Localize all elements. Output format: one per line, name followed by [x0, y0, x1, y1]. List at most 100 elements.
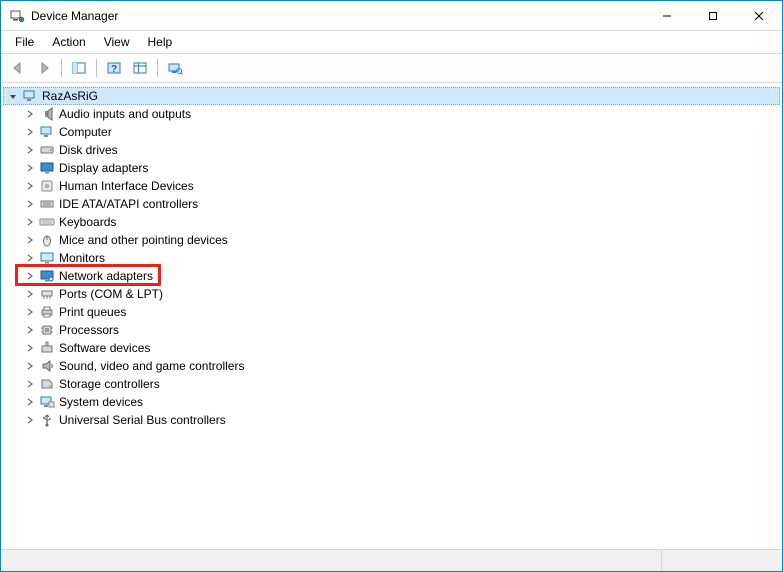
tree-node[interactable]: IDE ATA/ATAPI controllers [21, 195, 780, 213]
tree-node[interactable]: Network adapters [21, 267, 780, 285]
tree-node-label: IDE ATA/ATAPI controllers [59, 197, 198, 211]
keyboard-icon [39, 214, 55, 230]
expand-icon[interactable] [23, 125, 37, 139]
monitor-icon [39, 250, 55, 266]
toolbar: ? [1, 54, 782, 83]
statusbar-left [1, 550, 662, 571]
expand-icon[interactable] [23, 197, 37, 211]
expand-icon[interactable] [23, 107, 37, 121]
expand-icon[interactable] [23, 269, 37, 283]
expand-icon[interactable] [23, 233, 37, 247]
expand-icon[interactable] [23, 251, 37, 265]
tree-node[interactable]: Storage controllers [21, 375, 780, 393]
system-icon [39, 394, 55, 410]
tree-node[interactable]: Ports (COM & LPT) [21, 285, 780, 303]
expand-icon[interactable] [23, 305, 37, 319]
tree-node-label: Network adapters [59, 269, 153, 283]
tree-node-label: Human Interface Devices [59, 179, 194, 193]
tree-node[interactable]: Software devices [21, 339, 780, 357]
expand-icon[interactable] [23, 359, 37, 373]
menu-action[interactable]: Action [44, 33, 93, 51]
forward-button[interactable] [33, 57, 55, 79]
tree-node-label: Storage controllers [59, 377, 160, 391]
tree-node-label: Software devices [59, 341, 150, 355]
display-icon [39, 160, 55, 176]
tree-node[interactable]: Mice and other pointing devices [21, 231, 780, 249]
toolbar-separator [157, 59, 158, 77]
properties-button[interactable] [129, 57, 151, 79]
app-icon [9, 8, 25, 24]
titlebar-title: Device Manager [31, 9, 644, 23]
menubar: File Action View Help [1, 31, 782, 54]
expand-icon[interactable] [23, 287, 37, 301]
scan-hardware-button[interactable] [164, 57, 186, 79]
tree-node-label: System devices [59, 395, 143, 409]
device-tree[interactable]: RazAsRiG Audio inputs and outputs Compute… [1, 83, 782, 549]
tree-node[interactable]: System devices [21, 393, 780, 411]
printer-icon [39, 304, 55, 320]
statusbar-right [662, 550, 782, 571]
cpu-icon [39, 322, 55, 338]
sound-icon [39, 358, 55, 374]
expand-icon[interactable] [23, 179, 37, 193]
tree-node-label: Mice and other pointing devices [59, 233, 228, 247]
tree-node[interactable]: Human Interface Devices [21, 177, 780, 195]
tree-node-label: Audio inputs and outputs [59, 107, 191, 121]
menu-view[interactable]: View [96, 33, 138, 51]
tree-node[interactable]: Universal Serial Bus controllers [21, 411, 780, 429]
tree-node-label: Print queues [59, 305, 126, 319]
tree-node[interactable]: Disk drives [21, 141, 780, 159]
close-button[interactable] [736, 1, 782, 30]
collapse-icon[interactable] [6, 89, 20, 103]
tree-node[interactable]: Monitors [21, 249, 780, 267]
menu-help[interactable]: Help [140, 33, 181, 51]
hid-icon [39, 178, 55, 194]
tree-node[interactable]: Processors [21, 321, 780, 339]
mouse-icon [39, 232, 55, 248]
tree-root-node[interactable]: RazAsRiG [3, 87, 780, 105]
usb-icon [39, 412, 55, 428]
expand-icon[interactable] [23, 377, 37, 391]
tree-node-label: Processors [59, 323, 119, 337]
tree-node-label: Keyboards [59, 215, 116, 229]
svg-text:?: ? [111, 64, 117, 75]
ide-icon [39, 196, 55, 212]
minimize-button[interactable] [644, 1, 690, 30]
tree-node-label: Display adapters [59, 161, 148, 175]
tree-node[interactable]: Keyboards [21, 213, 780, 231]
expand-icon[interactable] [23, 215, 37, 229]
expand-icon[interactable] [23, 161, 37, 175]
tree-node-label: Monitors [59, 251, 105, 265]
expand-icon[interactable] [23, 413, 37, 427]
tree-node[interactable]: Display adapters [21, 159, 780, 177]
storage-icon [39, 376, 55, 392]
show-hide-console-tree-button[interactable] [68, 57, 90, 79]
tree-node-label: Universal Serial Bus controllers [59, 413, 226, 427]
tree-node-label: Ports (COM & LPT) [59, 287, 163, 301]
toolbar-separator [96, 59, 97, 77]
tree-node[interactable]: Print queues [21, 303, 780, 321]
expand-icon[interactable] [23, 341, 37, 355]
back-button[interactable] [7, 57, 29, 79]
tree-node-label: Sound, video and game controllers [59, 359, 244, 373]
tree-root-label: RazAsRiG [42, 89, 98, 103]
expand-icon[interactable] [23, 143, 37, 157]
window-controls [644, 1, 782, 30]
maximize-button[interactable] [690, 1, 736, 30]
tree-node-label: Computer [59, 125, 112, 139]
audio-icon [39, 106, 55, 122]
titlebar: Device Manager [1, 1, 782, 31]
statusbar [1, 549, 782, 571]
disk-icon [39, 142, 55, 158]
help-button[interactable]: ? [103, 57, 125, 79]
toolbar-separator [61, 59, 62, 77]
tree-node[interactable]: Sound, video and game controllers [21, 357, 780, 375]
menu-file[interactable]: File [7, 33, 42, 51]
tree-node[interactable]: Audio inputs and outputs [21, 105, 780, 123]
tree-node[interactable]: Computer [21, 123, 780, 141]
expand-icon[interactable] [23, 323, 37, 337]
computer-icon [39, 124, 55, 140]
expand-icon[interactable] [23, 395, 37, 409]
port-icon [39, 286, 55, 302]
software-icon [39, 340, 55, 356]
